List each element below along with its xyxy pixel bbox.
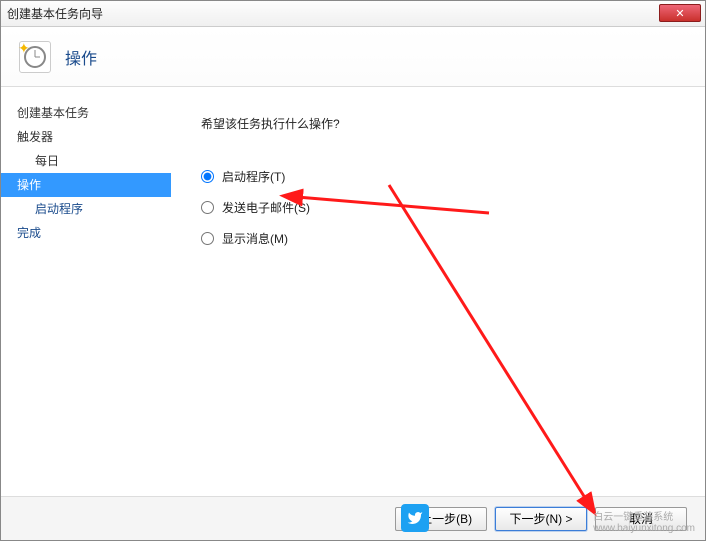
- sidebar-item-daily[interactable]: 每日: [1, 149, 171, 173]
- radio-start-program[interactable]: 启动程序(T): [201, 168, 685, 185]
- close-icon: ✕: [675, 7, 684, 20]
- sidebar-item-create-task[interactable]: 创建基本任务: [1, 101, 171, 125]
- window-title: 创建基本任务向导: [7, 5, 103, 22]
- next-button[interactable]: 下一步(N) >: [495, 507, 587, 531]
- sidebar-item-action[interactable]: 操作: [1, 173, 171, 197]
- sidebar-item-trigger[interactable]: 触发器: [1, 125, 171, 149]
- close-button[interactable]: ✕: [659, 4, 701, 22]
- wizard-window: 创建基本任务向导 ✕ ✦ 操作 创建基本任务 触发器 每日 操作 启动程序 完成…: [0, 0, 706, 541]
- titlebar: 创建基本任务向导 ✕: [1, 1, 705, 27]
- brand-badge-icon: [401, 504, 429, 532]
- clock-icon: [24, 46, 46, 68]
- radio-show-message-label: 显示消息(M): [222, 230, 288, 247]
- body-area: 创建基本任务 触发器 每日 操作 启动程序 完成 希望该任务执行什么操作? 启动…: [1, 87, 705, 497]
- sidebar: 创建基本任务 触发器 每日 操作 启动程序 完成: [1, 87, 171, 497]
- radio-send-email-label: 发送电子邮件(S): [222, 199, 310, 216]
- page-title: 操作: [65, 45, 97, 69]
- radio-send-email[interactable]: 发送电子邮件(S): [201, 199, 685, 216]
- radio-send-email-input[interactable]: [201, 201, 214, 214]
- radio-show-message-input[interactable]: [201, 232, 214, 245]
- radio-start-program-input[interactable]: [201, 170, 214, 183]
- prompt-text: 希望该任务执行什么操作?: [201, 115, 685, 132]
- radio-start-program-label: 启动程序(T): [222, 168, 285, 185]
- watermark: 白云一键重装系统 www.baiyunxitong.com: [593, 508, 695, 534]
- radio-show-message[interactable]: 显示消息(M): [201, 230, 685, 247]
- watermark-line1: 白云一键重装系统: [593, 508, 695, 523]
- watermark-line2: www.baiyunxitong.com: [593, 523, 695, 534]
- content-area: 希望该任务执行什么操作? 启动程序(T) 发送电子邮件(S) 显示消息(M): [171, 87, 705, 497]
- header-band: ✦ 操作: [1, 27, 705, 87]
- scheduler-icon: ✦: [19, 41, 51, 73]
- sidebar-item-start-program[interactable]: 启动程序: [1, 197, 171, 221]
- sidebar-item-finish[interactable]: 完成: [1, 221, 171, 245]
